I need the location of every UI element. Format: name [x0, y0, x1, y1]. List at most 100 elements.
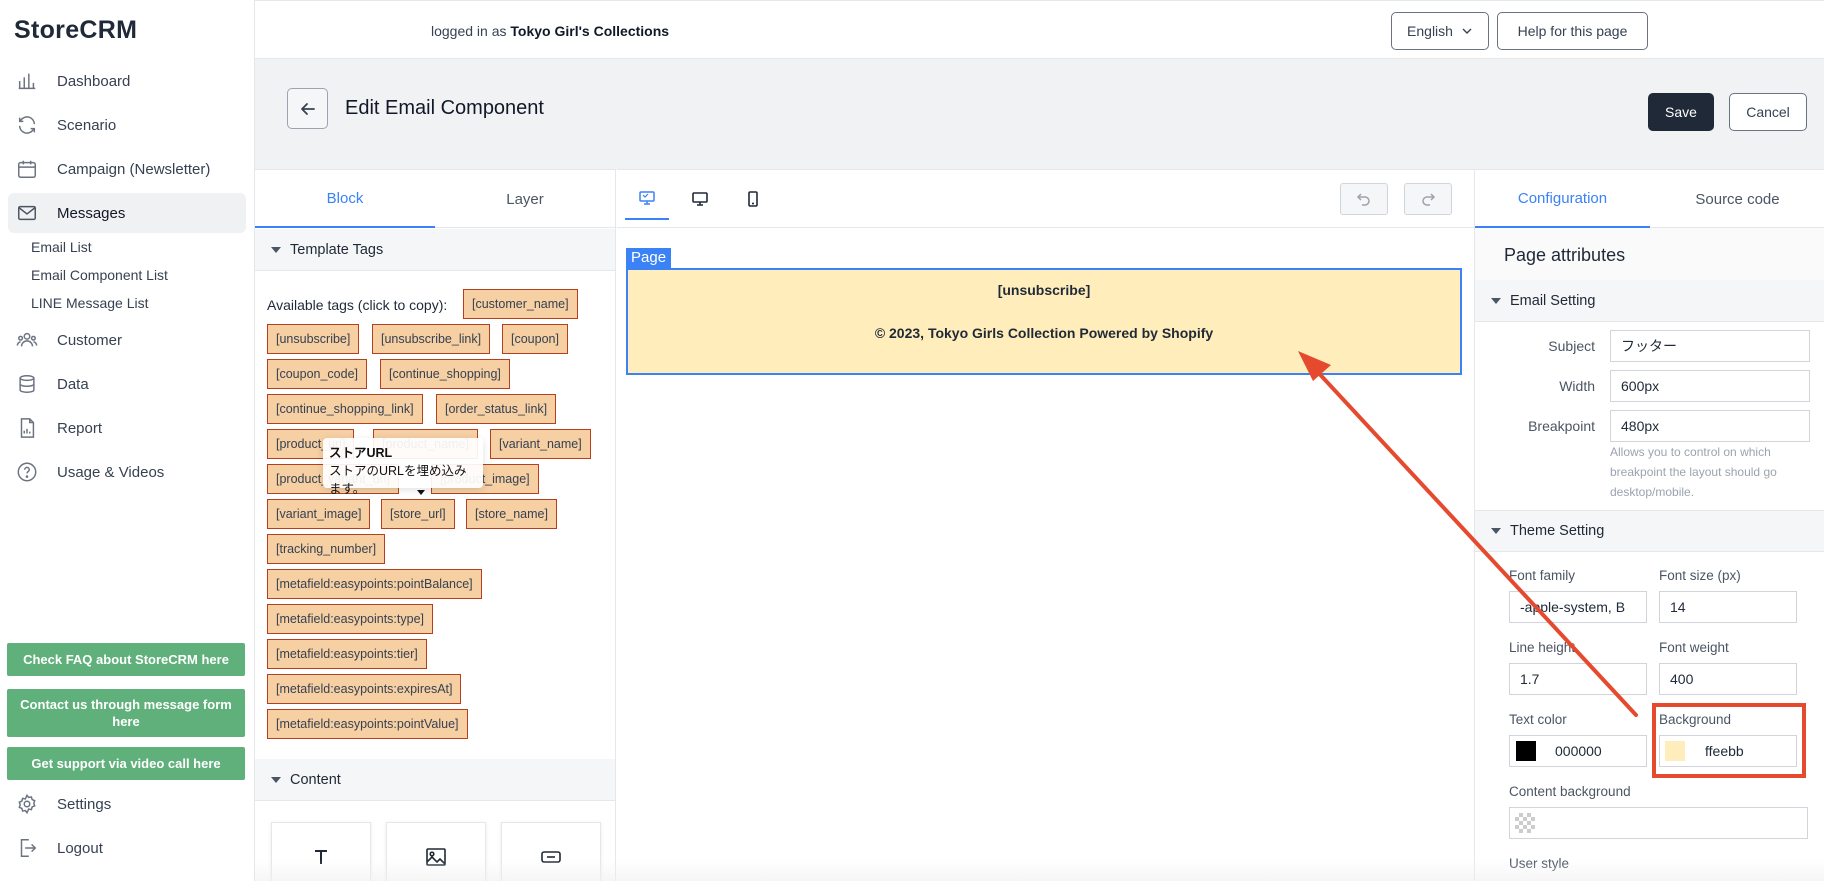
template-tag[interactable]: [coupon] [502, 324, 568, 354]
app-logo[interactable]: StoreCRM [14, 16, 137, 45]
faq-button[interactable]: Check FAQ about StoreCRM here [7, 643, 245, 676]
sidebar-item-label: Usage & Videos [57, 463, 165, 481]
template-tag[interactable]: [coupon_code] [267, 359, 368, 389]
template-tags-section-header[interactable]: Template Tags [255, 229, 615, 271]
device-desktop-button[interactable] [678, 178, 722, 220]
template-tag[interactable]: [continue_shopping] [380, 359, 510, 389]
caret-down-icon [1491, 528, 1501, 534]
tab-configuration[interactable]: Configuration [1475, 170, 1650, 228]
tab-block[interactable]: Block [255, 170, 435, 228]
template-tag[interactable]: [metafield:easypoints:type] [267, 604, 433, 634]
section-title: Template Tags [290, 241, 384, 258]
text-color-swatch[interactable] [1516, 741, 1536, 761]
editor-canvas: Page [unsubscribe] © 2023, Tokyo Girls C… [617, 169, 1474, 881]
calendar-icon [18, 160, 36, 178]
save-button[interactable]: Save [1648, 93, 1714, 131]
cancel-button[interactable]: Cancel [1729, 93, 1807, 131]
database-icon [19, 375, 35, 393]
template-tag[interactable]: [store_name] [466, 499, 557, 529]
sidebar-item-usage-videos[interactable]: Usage & Videos [8, 452, 246, 492]
breakpoint-input[interactable]: 480px [1610, 410, 1810, 442]
breakpoint-help-text: Allows you to control on which breakpoin… [1610, 445, 1777, 499]
language-select[interactable]: English [1391, 12, 1489, 50]
undo-button[interactable] [1340, 183, 1388, 215]
sidebar-item-report[interactable]: Report [8, 408, 246, 448]
sidebar-item-campaign[interactable]: Campaign (Newsletter) [8, 149, 246, 189]
theme-setting-section-header[interactable]: Theme Setting [1475, 510, 1824, 552]
font-family-input[interactable]: -apple-system, B [1509, 591, 1647, 623]
template-tag[interactable]: [customer_name] [463, 289, 578, 319]
section-title: Email Setting [1510, 292, 1596, 309]
help-circle-icon [17, 462, 37, 482]
font-size-input[interactable]: 14 [1659, 591, 1797, 623]
template-tag[interactable]: [unsubscribe] [267, 324, 360, 354]
line-height-input[interactable]: 1.7 [1509, 663, 1647, 695]
mail-icon [18, 205, 36, 221]
sidebar-item-customer[interactable]: Customer [8, 320, 246, 360]
template-tag[interactable]: [variant_name] [490, 429, 591, 459]
contact-form-button[interactable]: Contact us through message form here [7, 689, 245, 737]
template-tag[interactable]: [store_url] [381, 499, 455, 529]
tab-layer[interactable]: Layer [435, 170, 615, 228]
desktop-icon [639, 191, 655, 205]
sidebar-item-label: Customer [57, 331, 123, 349]
content-background-input[interactable] [1509, 807, 1808, 839]
device-mobile-button[interactable] [731, 178, 775, 220]
chevron-down-icon [1462, 28, 1472, 34]
blocks-panel: Block Layer Template Tags Available tags… [255, 169, 616, 881]
unsubscribe-text[interactable]: [unsubscribe] [628, 282, 1460, 298]
page-title: Edit Email Component [345, 97, 544, 119]
tooltip-title: ストアURL [329, 446, 393, 460]
sidebar-item-scenario[interactable]: Scenario [8, 105, 246, 145]
sidebar-subitem-email-component-list[interactable]: Email Component List [31, 267, 168, 283]
sidebar-item-label: Data [57, 375, 89, 393]
content-section-header[interactable]: Content [255, 759, 615, 801]
sidebar-item-label: Report [57, 419, 103, 437]
template-tag[interactable]: [continue_shopping_link] [267, 394, 423, 424]
sidebar-item-messages[interactable]: Messages [8, 193, 246, 233]
section-title: Theme Setting [1510, 523, 1605, 539]
panel-title: Page attributes [1504, 245, 1626, 265]
help-page-button[interactable]: Help for this page [1497, 12, 1648, 50]
email-setting-section-header[interactable]: Email Setting [1475, 280, 1824, 322]
tab-source-code[interactable]: Source code [1650, 170, 1824, 228]
template-tag[interactable]: [metafield:easypoints:pointBalance] [267, 569, 482, 599]
sidebar-subitem-email-list[interactable]: Email List [31, 239, 92, 255]
redo-button[interactable] [1404, 183, 1452, 215]
width-input[interactable]: 600px [1610, 370, 1810, 402]
sidebar-item-label: Settings [57, 795, 112, 813]
template-tag[interactable]: [metafield:easypoints:expiresAt] [267, 674, 462, 704]
sidebar-item-logout[interactable]: Logout [8, 828, 246, 868]
content-background-swatch[interactable] [1515, 813, 1535, 833]
width-label: Width [1559, 378, 1595, 394]
sidebar-item-settings[interactable]: Settings [8, 784, 246, 824]
logged-in-prefix: logged in as [431, 23, 507, 39]
video-support-button[interactable]: Get support via video call here [7, 747, 245, 780]
undo-icon [1356, 193, 1370, 206]
gear-icon [18, 793, 36, 815]
subject-input[interactable]: フッター [1610, 330, 1810, 362]
sidebar-item-data[interactable]: Data [8, 364, 246, 404]
available-tags-label: Available tags (click to copy): [267, 297, 448, 313]
back-button[interactable] [287, 88, 328, 129]
font-size-label: Font size (px) [1659, 568, 1741, 583]
email-page-frame[interactable]: [unsubscribe] © 2023, Tokyo Girls Collec… [626, 268, 1462, 375]
left-tabs: Block Layer [255, 170, 615, 228]
template-tag[interactable]: [metafield:easypoints:pointValue] [267, 709, 468, 739]
sidebar-item-dashboard[interactable]: Dashboard [8, 61, 246, 101]
top-bar: logged in as Tokyo Girl's Collections En… [255, 0, 1824, 59]
caret-down-icon [271, 246, 281, 253]
content-background-label: Content background [1509, 784, 1631, 799]
sidebar-subitem-line-message-list[interactable]: LINE Message List [31, 295, 149, 311]
page-header: Edit Email Component Save Cancel [255, 59, 1824, 169]
template-tag[interactable]: [unsubscribe_link] [372, 324, 491, 354]
template-tag[interactable]: [tracking_number] [267, 534, 386, 564]
footer-copyright-text[interactable]: © 2023, Tokyo Girls Collection Powered b… [628, 325, 1460, 341]
device-desktop-preview-button[interactable] [625, 178, 669, 220]
template-tag[interactable]: [metafield:easypoints:tier] [267, 639, 427, 669]
redo-icon [1422, 193, 1436, 206]
font-weight-input[interactable]: 400 [1659, 663, 1797, 695]
right-tabs: Configuration Source code [1475, 170, 1824, 228]
template-tag[interactable]: [variant_image] [267, 499, 371, 529]
template-tag[interactable]: [order_status_link] [436, 394, 557, 424]
